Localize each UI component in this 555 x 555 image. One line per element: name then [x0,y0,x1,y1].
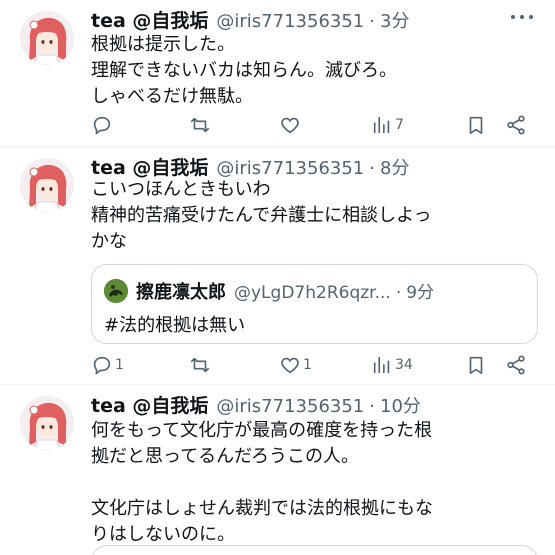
timestamp[interactable]: 10分 [380,392,421,418]
bookmark-button[interactable] [465,113,487,137]
quoted-avatar-image [104,279,128,303]
separator: · [369,158,375,179]
avatar-image [20,158,74,212]
display-name[interactable]: tea @自我垢 [91,391,208,418]
quoted-timestamp: 9分 [406,283,435,303]
retweet-icon [190,117,210,133]
quoted-display-name: 擦鹿凛太郎 [136,282,226,303]
user-handle[interactable]: @iris771356351 [216,11,364,32]
tweet-text-line: 拠だと思ってるんだろうこの人。 [91,446,360,467]
user-handle[interactable]: @iris771356351 [216,158,364,179]
share-icon [507,115,525,135]
share-button[interactable] [505,113,527,137]
reply-button[interactable]: 1 [91,353,124,377]
tweet-header: tea @自我垢 @iris771356351 · 3分 [91,6,409,33]
share-icon [507,355,525,375]
reply-count: 1 [115,357,124,373]
quoted-tweet-partial[interactable] [91,545,538,555]
like-button[interactable] [279,113,303,137]
separator: · [369,396,375,417]
tweet-text: こいつほんときもいわ 精神的苦痛受けたんで弁護士に相談しよっ かな [91,177,432,255]
tweet-2[interactable]: tea @自我垢 @iris771356351 · 8分 こいつほんときもいわ … [0,147,555,385]
tweet-text-line: かな [91,231,127,252]
like-icon [281,117,299,134]
tweet-text-line [91,470,433,496]
retweet-icon [190,357,210,373]
tweet-text: 何をもって文化庁が最高の確度を持った根 拠だと思ってるんだろうこの人。 文化庁は… [91,418,433,548]
tweet-text-line: こいつほんときもいわ [91,179,271,200]
share-button[interactable] [505,353,527,377]
like-icon [281,357,299,374]
quoted-header: 擦鹿凛太郎 @yLgD7h2R6qzr... · 9分 [136,278,434,304]
separator: · [395,283,402,303]
views-icon [373,356,390,374]
tweet-text-line: 精神的苦痛受けたんで弁護士に相談しよっ [91,205,432,226]
reply-icon [93,356,111,375]
tweet-text-line: 根拠は提示した。 [91,34,235,55]
timestamp[interactable]: 3分 [380,7,409,33]
retweet-button[interactable] [189,113,213,137]
avatar[interactable] [20,158,74,212]
avatar-image [20,396,74,450]
avatar[interactable] [20,11,74,65]
tweet-1[interactable]: tea @自我垢 @iris771356351 · 3分 根拠は提示した。 理解… [0,0,555,147]
more-icon[interactable] [511,10,533,24]
quoted-tweet[interactable]: 擦鹿凛太郎 @yLgD7h2R6qzr... · 9分 #法的根拠は無い [91,264,538,344]
view-count: 7 [395,117,404,133]
views-icon [373,116,390,134]
tweet-header: tea @自我垢 @iris771356351 · 10分 [91,391,421,418]
separator: · [369,11,375,32]
tweet-text-line: 文化庁はしょせん裁判では法的根拠にもな [91,498,433,519]
views-button[interactable]: 7 [371,113,404,137]
avatar-image [20,11,74,65]
bookmark-icon [469,116,483,135]
tweet-text-line: 何をもって文化庁が最高の確度を持った根 [91,420,433,441]
view-count: 34 [395,357,413,373]
reply-icon [93,116,111,135]
tweet-text-line: 理解できないバカは知らん。滅びろ。 [91,60,397,81]
action-bar: 1 1 34 [91,353,535,377]
quoted-text: #法的根拠は無い [104,315,246,336]
bookmark-icon [469,356,483,375]
display-name[interactable]: tea @自我垢 [91,153,208,180]
tweet-3[interactable]: tea @自我垢 @iris771356351 · 10分 何をもって文化庁が最… [0,385,555,555]
display-name[interactable]: tea @自我垢 [91,6,208,33]
tweet-text: 根拠は提示した。 理解できないバカは知らん。滅びろ。 しゃべるだけ無駄。 [91,32,397,110]
quoted-handle: @yLgD7h2R6qzr... [234,283,391,303]
bookmark-button[interactable] [465,353,487,377]
user-handle[interactable]: @iris771356351 [216,396,364,417]
quoted-avatar [104,279,128,303]
like-button[interactable]: 1 [279,353,312,377]
action-bar: 7 [91,113,535,137]
reply-button[interactable] [91,113,115,137]
views-button[interactable]: 34 [371,353,413,377]
like-count: 1 [303,357,312,373]
avatar[interactable] [20,396,74,450]
tweet-header: tea @自我垢 @iris771356351 · 8分 [91,153,409,180]
tweet-text-line: しゃべるだけ無駄。 [91,86,253,107]
retweet-button[interactable] [189,353,213,377]
